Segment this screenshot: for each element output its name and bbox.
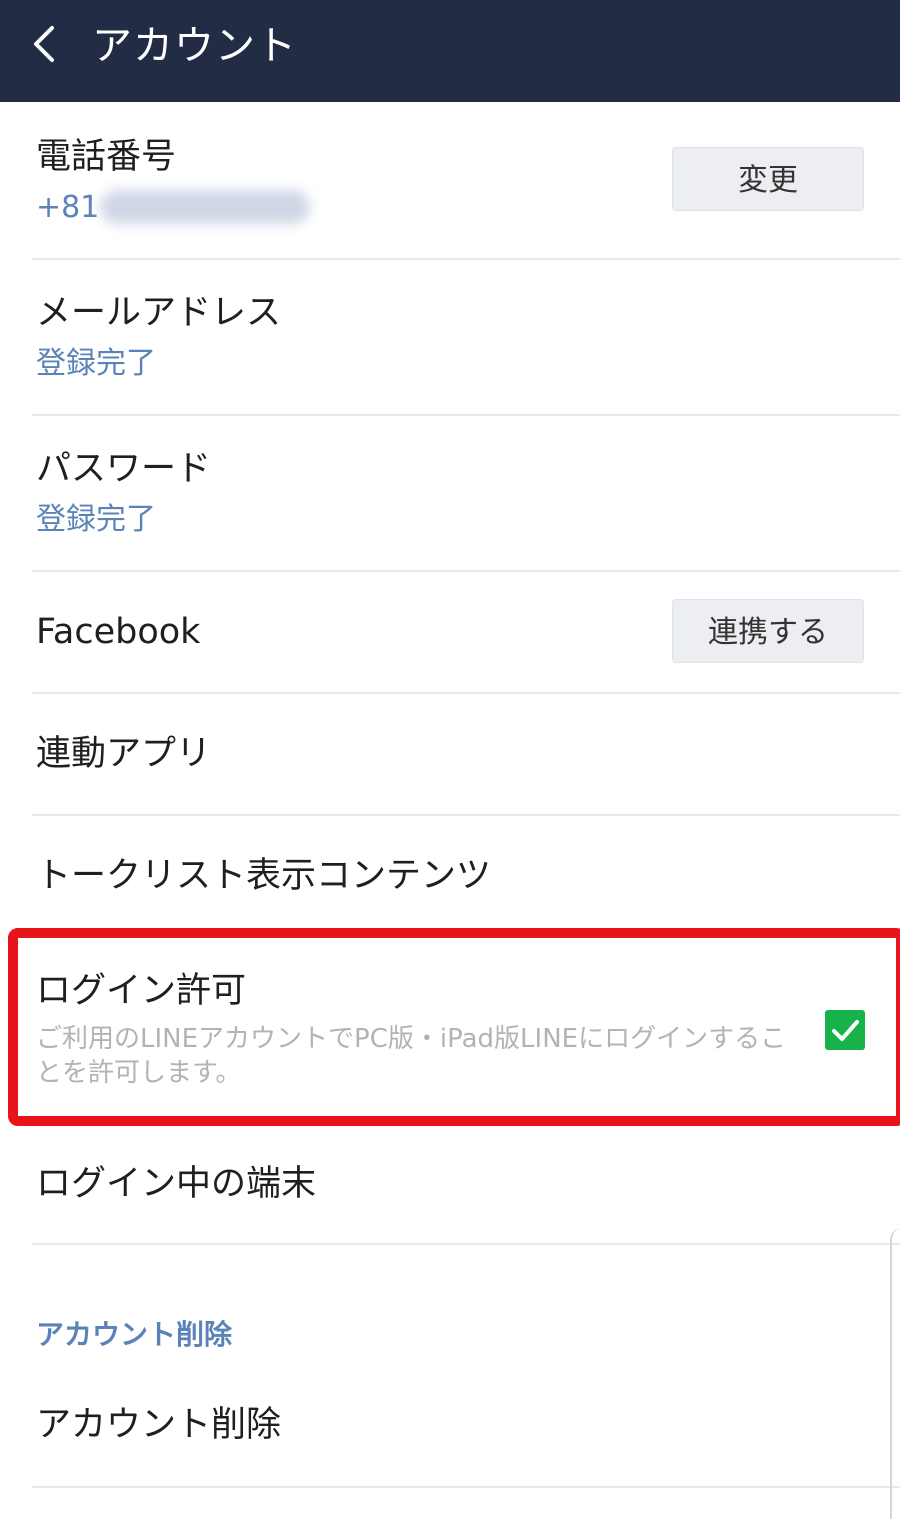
divider — [32, 1243, 900, 1245]
facebook-label: Facebook — [36, 612, 201, 652]
phone-number-label: 電話番号 — [36, 137, 177, 177]
linked-apps-label: 連動アプリ — [36, 734, 212, 774]
checkmark-icon — [832, 1020, 859, 1041]
talk-list-contents-row[interactable]: トークリスト表示コンテンツ — [0, 816, 900, 932]
delete-account-label: アカウント削除 — [36, 1405, 282, 1445]
phone-number-value: +81 — [36, 190, 100, 225]
phone-number-row: 電話番号 +81 変更 — [0, 102, 900, 260]
login-permission-label: ログイン許可 — [36, 971, 247, 1011]
app-header: アカウント — [0, 0, 900, 102]
talk-list-contents-label: トークリスト表示コンテンツ — [36, 856, 492, 896]
email-label: メールアドレス — [36, 293, 282, 333]
divider — [32, 1486, 900, 1488]
password-status: 登録完了 — [36, 502, 156, 537]
page-title: アカウント — [92, 23, 297, 69]
login-permission-checkbox[interactable] — [825, 1010, 865, 1050]
logged-in-devices-label: ログイン中の端末 — [36, 1164, 317, 1204]
account-settings-screen: アカウント 電話番号 +81 変更 メールアドレス 登録完了 パスワード 登録完… — [0, 0, 900, 1519]
chevron-left-icon — [34, 26, 54, 62]
back-button[interactable] — [26, 22, 66, 66]
change-phone-button[interactable]: 変更 — [672, 147, 864, 211]
login-permission-row[interactable]: ログイン許可 ご利用のLINEアカウントでPC版・iPad版LINEにログインす… — [0, 938, 900, 1118]
logged-in-devices-row[interactable]: ログイン中の端末 — [0, 1124, 900, 1244]
password-row[interactable]: パスワード 登録完了 — [0, 416, 900, 570]
email-status: 登録完了 — [36, 346, 156, 381]
facebook-row: Facebook 連携する — [0, 572, 900, 692]
email-row[interactable]: メールアドレス 登録完了 — [0, 260, 900, 414]
linked-apps-row[interactable]: 連動アプリ — [0, 694, 900, 814]
password-label: パスワード — [36, 449, 212, 489]
scroll-edge — [890, 1228, 900, 1519]
delete-account-section-header: アカウント削除 — [36, 1318, 233, 1351]
delete-account-row[interactable]: アカウント削除 — [0, 1370, 900, 1486]
redacted-phone-number — [100, 190, 310, 224]
connect-facebook-button[interactable]: 連携する — [672, 599, 864, 663]
login-permission-description: ご利用のLINEアカウントでPC版・iPad版LINEにログインすることを許可し… — [36, 1024, 787, 1088]
